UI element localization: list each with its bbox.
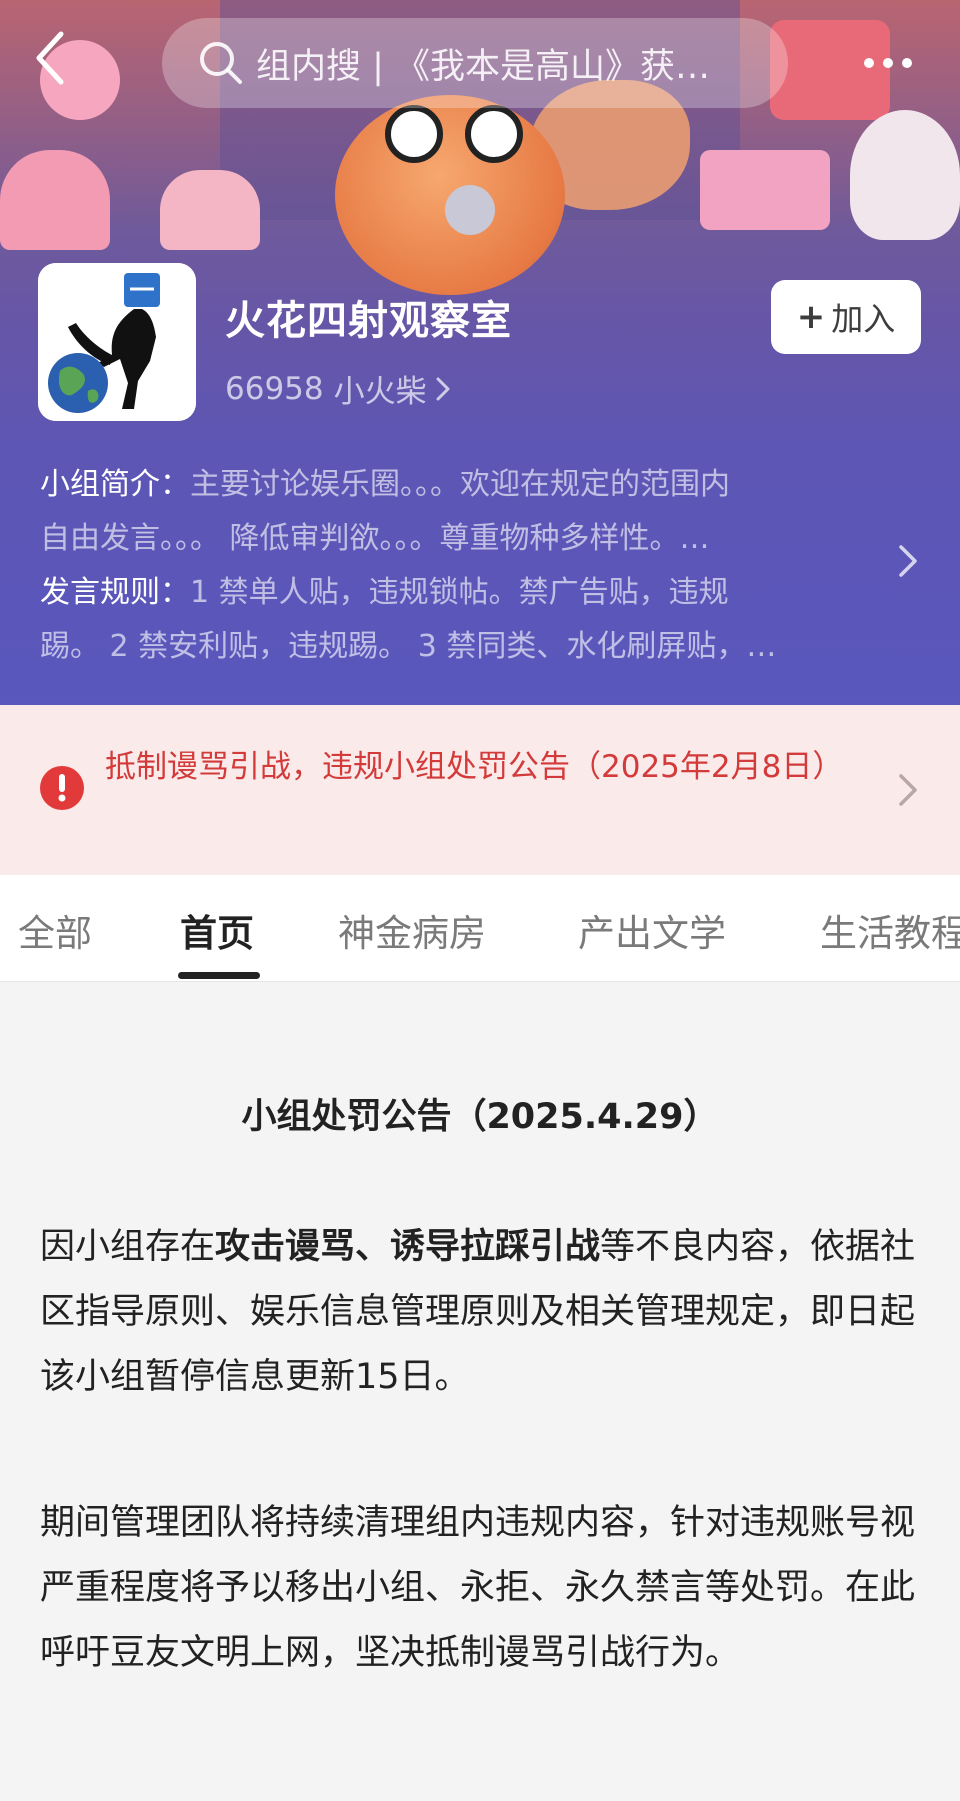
banner-cake bbox=[0, 150, 110, 250]
rules-text-cont: 踢。 2 禁安利贴，违规踢。 3 禁同类、水化刷屏贴，… bbox=[40, 629, 777, 664]
search-placeholder: 组内搜 | 《我本是高山》获… bbox=[256, 46, 711, 87]
tab-life-tutorials[interactable]: 生活教程 bbox=[820, 903, 960, 957]
group-intro[interactable]: 小组简介：主要讨论娱乐圈。。。欢迎在规定的范围内 自由发言。。。 降低审判欲。。… bbox=[40, 458, 885, 674]
post-title: 小组处罚公告（2025.4.29） bbox=[241, 1097, 719, 1137]
plus-icon: + bbox=[796, 297, 826, 337]
back-button[interactable] bbox=[22, 30, 78, 86]
rules-text: 1 禁单人贴，违规锁帖。禁广告贴，违规 bbox=[190, 575, 729, 610]
group-header: 组内搜 | 《我本是高山》获… 火花四射观察室 66958 小火柴 + 加入 小… bbox=[0, 0, 960, 705]
banner-gift bbox=[700, 150, 830, 230]
tab-home[interactable]: 首页 bbox=[180, 903, 254, 957]
more-dot bbox=[883, 58, 893, 68]
join-label: 加入 bbox=[831, 300, 896, 338]
tab-all[interactable]: 全部 bbox=[18, 903, 92, 957]
warning-icon bbox=[40, 766, 84, 810]
post-paragraph: 因小组存在攻击谩骂、诱导拉踩引战等不良内容，依据社区指导原则、娱乐信息管理原则及… bbox=[40, 1215, 920, 1410]
intro-text: 主要讨论娱乐圈。。。欢迎在规定的范围内 bbox=[190, 467, 730, 502]
group-name: 火花四射观察室 bbox=[225, 298, 512, 344]
group-avatar[interactable] bbox=[38, 263, 196, 421]
intro-text-cont: 自由发言。。。 降低审判欲。。。尊重物种多样性。… bbox=[40, 521, 710, 556]
join-button[interactable]: + 加入 bbox=[771, 280, 921, 354]
banner-fish-eye bbox=[385, 105, 443, 163]
chevron-right-icon[interactable] bbox=[896, 543, 920, 579]
chevron-left-icon bbox=[36, 31, 64, 85]
post-text-bold: 攻击谩骂、诱导拉踩引战 bbox=[215, 1227, 601, 1267]
banner-fish-eye bbox=[465, 105, 523, 163]
more-options-button[interactable] bbox=[840, 38, 936, 88]
more-dots-icon bbox=[864, 58, 874, 68]
search-icon bbox=[198, 40, 244, 86]
intro-line: 小组简介：主要讨论娱乐圈。。。欢迎在规定的范围内 bbox=[40, 458, 885, 512]
post-paragraph: 期间管理团队将持续清理组内违规内容，针对违规账号视严重程度将予以移出小组、永拒、… bbox=[40, 1503, 916, 1673]
rules-line: 踢。 2 禁安利贴，违规踢。 3 禁同类、水化刷屏贴，… bbox=[40, 620, 885, 674]
tab-shenjin-ward[interactable]: 神金病房 bbox=[338, 903, 486, 957]
member-count-link[interactable]: 66958 小火柴 bbox=[225, 366, 451, 411]
member-count: 66958 bbox=[225, 370, 324, 407]
group-search-bar[interactable]: 组内搜 | 《我本是高山》获… bbox=[162, 18, 788, 108]
banner-cake-small bbox=[160, 170, 260, 250]
chevron-right-icon bbox=[436, 377, 450, 400]
member-unit: 小火柴 bbox=[333, 374, 427, 410]
announcement-text[interactable]: 抵制谩骂引战，违规小组处罚公告（2025年2月8日） bbox=[105, 738, 875, 796]
chevron-right-icon[interactable] bbox=[896, 772, 920, 808]
tab-bar: 全部 首页 神金病房 产出文学 生活教程 bbox=[0, 875, 960, 982]
post-text: 因小组存在 bbox=[40, 1227, 216, 1267]
banner-bunny bbox=[850, 110, 960, 240]
more-dot bbox=[902, 58, 912, 68]
tab-output-literature[interactable]: 产出文学 bbox=[578, 903, 726, 957]
rules-label: 发言规则： bbox=[40, 575, 190, 610]
group-avatar-image bbox=[38, 263, 196, 421]
active-tab-indicator bbox=[178, 972, 260, 979]
rules-line: 发言规则：1 禁单人贴，违规锁帖。禁广告贴，违规 bbox=[40, 566, 885, 620]
banner-microphone bbox=[445, 185, 495, 235]
intro-label: 小组简介： bbox=[40, 467, 190, 502]
intro-line: 自由发言。。。 降低审判欲。。。尊重物种多样性。… bbox=[40, 512, 885, 566]
